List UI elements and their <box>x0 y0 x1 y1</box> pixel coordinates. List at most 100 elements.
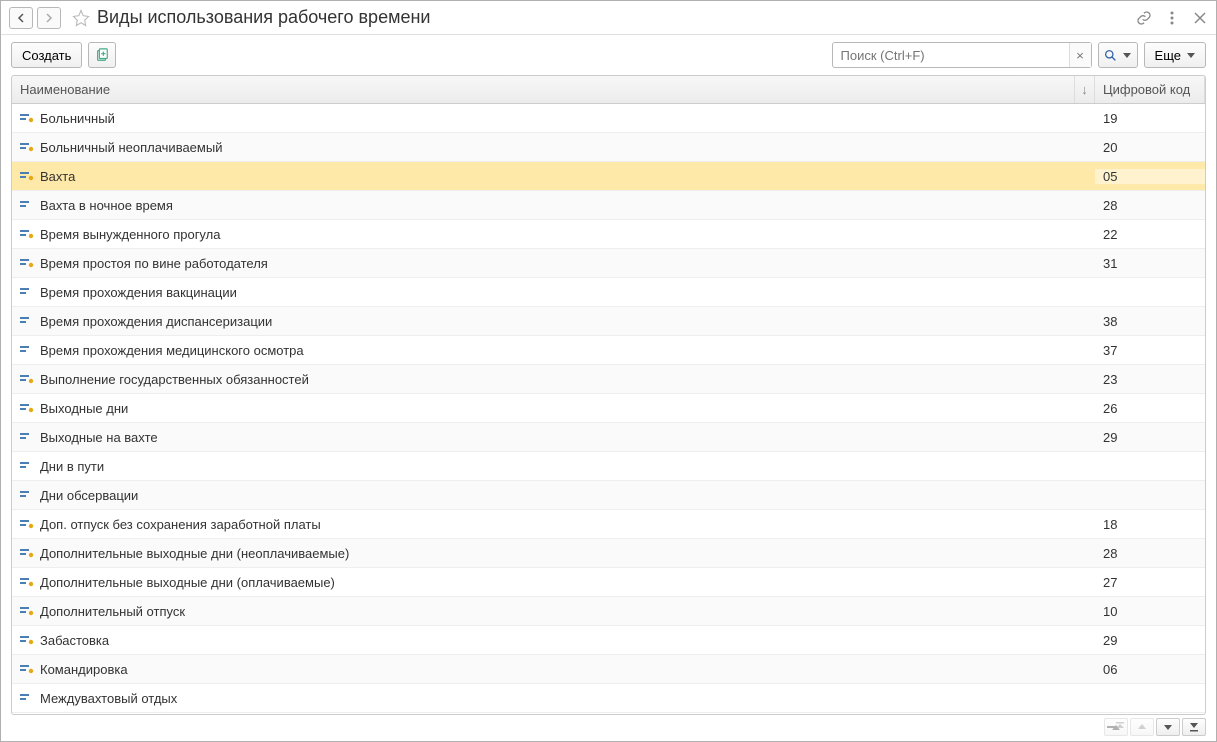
more-button[interactable]: Еще <box>1144 42 1206 68</box>
search-button[interactable] <box>1098 42 1138 68</box>
row-name: Дни обсервации <box>40 488 138 503</box>
row-name: Доп. отпуск без сохранения заработной пл… <box>40 517 321 532</box>
search-clear-button[interactable]: × <box>1069 43 1091 67</box>
row-name: Время прохождения диспансеризации <box>40 314 272 329</box>
table-row[interactable]: Время прохождения диспансеризации 38 <box>12 307 1205 336</box>
row-code: 19 <box>1095 111 1205 126</box>
row-code: 29 <box>1095 633 1205 648</box>
row-type-icon <box>20 664 34 674</box>
row-type-icon <box>20 403 34 413</box>
row-type-icon <box>20 229 34 239</box>
row-code: 37 <box>1095 343 1205 358</box>
row-type-icon <box>20 432 34 442</box>
scroll-bottom-button[interactable] <box>1182 718 1206 736</box>
table-row[interactable]: Больничный 19 <box>12 104 1205 133</box>
nav-back-button[interactable] <box>9 7 33 29</box>
favorite-star-icon[interactable] <box>71 8 91 28</box>
row-name: Время вынужденного прогула <box>40 227 220 242</box>
row-name: Вахта в ночное время <box>40 198 173 213</box>
row-type-icon <box>20 635 34 645</box>
table-row[interactable]: Дополнительные выходные дни (неоплачивае… <box>12 539 1205 568</box>
row-type-icon <box>20 113 34 123</box>
row-type-icon <box>20 200 34 210</box>
row-type-icon <box>20 345 34 355</box>
table-row[interactable]: Дополнительный отпуск10 <box>12 597 1205 626</box>
sort-indicator[interactable]: ↓ <box>1075 76 1095 103</box>
row-code: 29 <box>1095 430 1205 445</box>
table-row[interactable]: Время простоя по вине работодателя 31 <box>12 249 1205 278</box>
table-row[interactable]: Дни в пути <box>12 452 1205 481</box>
nav-forward-button[interactable] <box>37 7 61 29</box>
row-name: Больничный <box>40 111 115 126</box>
titlebar: Виды использования рабочего времени <box>1 1 1216 35</box>
column-header-code[interactable]: Цифровой код <box>1095 76 1205 103</box>
table-row[interactable]: Междувахтовый отдых <box>12 684 1205 713</box>
row-name: Командировка <box>40 662 128 677</box>
table-row[interactable]: Время прохождения вакцинации <box>12 278 1205 307</box>
row-name: Выполнение государственных обязанностей <box>40 372 309 387</box>
table-row[interactable]: Вахта в ночное время 28 <box>12 191 1205 220</box>
row-code: 31 <box>1095 256 1205 271</box>
row-type-icon <box>20 490 34 500</box>
table-row[interactable]: Выходные дни 26 <box>12 394 1205 423</box>
table-row[interactable]: Вахта05 <box>12 162 1205 191</box>
row-name: Дополнительный отпуск <box>40 604 185 619</box>
row-code: 28 <box>1095 546 1205 561</box>
row-name: Дополнительные выходные дни (оплачиваемы… <box>40 575 335 590</box>
row-type-icon <box>20 461 34 471</box>
row-code: 05 <box>1095 169 1205 184</box>
search-input[interactable] <box>833 48 1069 63</box>
table-row[interactable]: Доп. отпуск без сохранения заработной пл… <box>12 510 1205 539</box>
page-title: Виды использования рабочего времени <box>97 7 430 28</box>
row-code: 18 <box>1095 517 1205 532</box>
row-type-icon <box>20 374 34 384</box>
row-code: 23 <box>1095 372 1205 387</box>
table-row[interactable]: Выходные на вахте29 <box>12 423 1205 452</box>
toolbar: Создать × Еще <box>1 35 1216 75</box>
row-code: 06 <box>1095 662 1205 677</box>
row-code: 20 <box>1095 140 1205 155</box>
scroll-down-button[interactable] <box>1156 718 1180 736</box>
row-type-icon <box>20 693 34 703</box>
link-icon[interactable] <box>1136 10 1152 26</box>
row-type-icon <box>20 142 34 152</box>
row-name: Междувахтовый отдых <box>40 691 177 706</box>
row-type-icon <box>20 548 34 558</box>
create-button[interactable]: Создать <box>11 42 82 68</box>
close-icon[interactable] <box>1192 10 1208 26</box>
table-row[interactable]: Выполнение государственных обязанностей 2… <box>12 365 1205 394</box>
scroll-up-button[interactable] <box>1130 718 1154 736</box>
table-row[interactable]: Время вынужденного прогула 22 <box>12 220 1205 249</box>
copy-create-button[interactable] <box>88 42 116 68</box>
table-row[interactable]: Время прохождения медицинского осмотра 37 <box>12 336 1205 365</box>
table-row[interactable]: Больничный неоплачиваемый 20 <box>12 133 1205 162</box>
row-name: Время простоя по вине работодателя <box>40 256 268 271</box>
table-body: Больничный 19 Больничный неоплачиваемый 20 В… <box>12 104 1205 714</box>
column-header-name[interactable]: Наименование <box>12 76 1075 103</box>
table-header: Наименование ↓ Цифровой код <box>12 76 1205 104</box>
more-button-label: Еще <box>1155 48 1181 63</box>
row-type-icon <box>20 316 34 326</box>
row-type-icon <box>20 287 34 297</box>
row-code: 22 <box>1095 227 1205 242</box>
row-name: Дни в пути <box>40 459 104 474</box>
row-name: Забастовка <box>40 633 109 648</box>
row-code: 26 <box>1095 401 1205 416</box>
table-row[interactable]: Забастовка 29 <box>12 626 1205 655</box>
row-name: Выходные дни <box>40 401 128 416</box>
row-name: Дополнительные выходные дни (неоплачивае… <box>40 546 349 561</box>
row-name: Больничный неоплачиваемый <box>40 140 222 155</box>
row-code: 27 <box>1095 575 1205 590</box>
search-field-wrap: × <box>832 42 1092 68</box>
kebab-menu-icon[interactable] <box>1164 10 1180 26</box>
table-row[interactable]: Дополнительные выходные дни (оплачиваемы… <box>12 568 1205 597</box>
row-type-icon <box>20 606 34 616</box>
footer-nav <box>1 715 1216 741</box>
table-row[interactable]: Дни обсервации <box>12 481 1205 510</box>
row-code: 38 <box>1095 314 1205 329</box>
scroll-top-button[interactable] <box>1104 718 1128 736</box>
row-name: Время прохождения медицинского осмотра <box>40 343 304 358</box>
row-type-icon <box>20 171 34 181</box>
table-row[interactable]: Командировка 06 <box>12 655 1205 684</box>
row-code: 28 <box>1095 198 1205 213</box>
